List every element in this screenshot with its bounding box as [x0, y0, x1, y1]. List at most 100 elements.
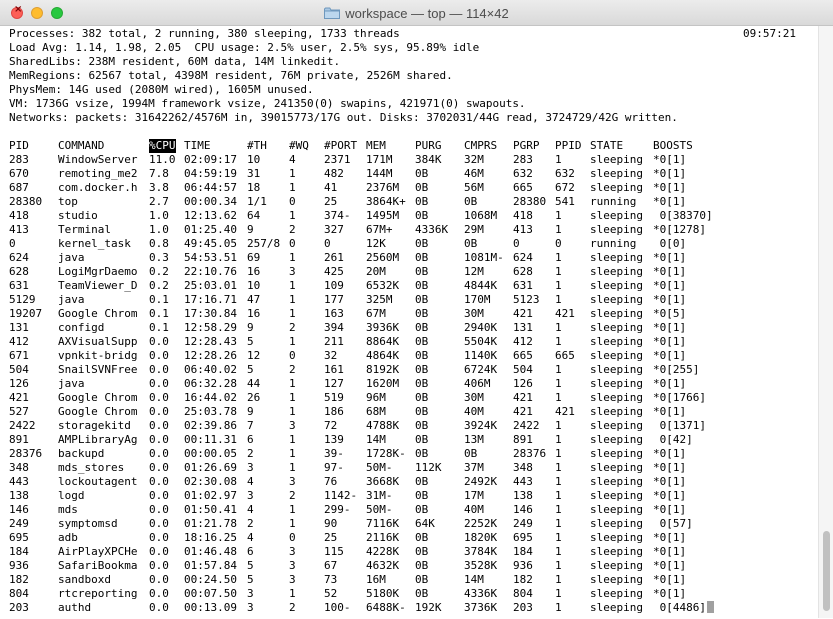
cell-boosts: 0[42]: [653, 433, 693, 446]
cell-pgrp: 348: [513, 461, 533, 474]
cell-pid: 670: [9, 167, 29, 180]
cell-ppid: 1: [555, 601, 562, 614]
cell-threads: 9: [247, 321, 254, 334]
cell-pgrp: 665: [513, 181, 533, 194]
cell-pid: 28376: [9, 447, 43, 460]
cell-workqueues: 1: [289, 251, 296, 264]
cell-time: 22:10.76: [184, 265, 237, 278]
cell-threads: 6: [247, 545, 254, 558]
cell-workqueues: 0: [289, 195, 296, 208]
table-header: PID COMMAND %CPU TIME #TH #WQ #PORT MEM PURG CMPR…: [0, 139, 818, 153]
cell-command: Terminal: [58, 223, 111, 236]
cell-purgeable: 112K: [415, 461, 442, 474]
cell-threads: 7: [247, 419, 254, 432]
cell-command: top: [58, 195, 78, 208]
cell-time: 02:30.08: [184, 475, 237, 488]
column-header-workqueues: #WQ: [289, 139, 309, 152]
cell-threads: 64: [247, 209, 261, 222]
cell-command: storagekitd: [58, 419, 131, 432]
cell-boosts: *0[1]: [653, 293, 687, 306]
cell-ports: 67: [324, 559, 338, 572]
cell-ppid: 1: [555, 545, 562, 558]
table-row: 203 authd 0.0 00:13.09 3 2 100- 6488K- 192K 3736K…: [0, 601, 818, 615]
scrollbar-thumb[interactable]: [823, 531, 830, 611]
cell-workqueues: 1: [289, 307, 296, 320]
cell-ports: 25: [324, 531, 338, 544]
cell-time: 17:30.84: [184, 307, 237, 320]
cell-command: logd: [58, 489, 85, 502]
cell-purgeable: 0B: [415, 377, 429, 390]
table-row: 695 adb 0.0 18:16.25 4 0 25 2116K 0B 1820K 695 1 sle…: [0, 531, 818, 545]
cell-compressed: 1820K: [464, 531, 498, 544]
cell-boosts: *0[1]: [653, 349, 687, 362]
cell-mem: 67M: [366, 307, 386, 320]
cell-pgrp: 891: [513, 433, 533, 446]
cell-purgeable: 0B: [415, 587, 429, 600]
cell-ports: 327: [324, 223, 344, 236]
cell-purgeable: 0B: [415, 293, 429, 306]
cell-cpu: 1.0: [149, 223, 169, 236]
cell-mem: 8864K: [366, 335, 400, 348]
cell-time: 06:32.28: [184, 377, 237, 390]
cell-boosts: 0[1371]: [653, 419, 706, 432]
cell-mem: 6488K-: [366, 601, 406, 614]
cell-threads: 10: [247, 279, 261, 292]
cell-cpu: 0.0: [149, 377, 169, 390]
cell-cpu: 0.2: [149, 279, 169, 292]
cell-ports: 90: [324, 517, 338, 530]
cell-cpu: 0.0: [149, 461, 169, 474]
cell-pid: 891: [9, 433, 29, 446]
table-row: 413 Terminal 1.0 01:25.40 9 2 327 67M+ 4336K 29M 4…: [0, 223, 818, 237]
cell-boosts: *0[1]: [653, 167, 687, 180]
cell-ports: 261: [324, 251, 344, 264]
cell-compressed: 170M: [464, 293, 491, 306]
cell-ppid: 1: [555, 223, 562, 236]
cell-pgrp: 421: [513, 391, 533, 404]
cell-ports: 97-: [324, 461, 344, 474]
table-row: 182 sandboxd 0.0 00:24.50 5 3 73 16M 0B 14M 182 1 sl…: [0, 573, 818, 587]
cell-pid: 283: [9, 153, 29, 166]
cell-ports: 186: [324, 405, 344, 418]
cell-mem: 68M: [366, 405, 386, 418]
cell-state: sleeping: [590, 545, 643, 558]
table-row: 628 LogiMgrDaemo 0.2 22:10.76 16 3 425 20M 0B 12M…: [0, 265, 818, 279]
cell-pgrp: 182: [513, 573, 533, 586]
cell-purgeable: 0B: [415, 279, 429, 292]
terminal-output[interactable]: Processes: 382 total, 2 running, 380 sle…: [0, 26, 818, 619]
cell-threads: 3: [247, 489, 254, 502]
cell-workqueues: 4: [289, 153, 296, 166]
vertical-scrollbar[interactable]: [818, 26, 833, 618]
cell-ports: 425: [324, 265, 344, 278]
cell-time: 00:24.50: [184, 573, 237, 586]
cell-purgeable: 0B: [415, 307, 429, 320]
cell-state: sleeping: [590, 517, 643, 530]
cell-time: 01:21.78: [184, 517, 237, 530]
cell-ppid: 1: [555, 209, 562, 222]
cell-pgrp: 28380: [513, 195, 547, 208]
cell-workqueues: 2: [289, 321, 296, 334]
cell-workqueues: 1: [289, 405, 296, 418]
cell-time: 49:45.05: [184, 237, 237, 250]
cell-command: TeamViewer_D: [58, 279, 138, 292]
cell-compressed: 30M: [464, 307, 484, 320]
table-row: 184 AirPlayXPCHe 0.0 01:46.48 6 3 115 4228K 0B 37…: [0, 545, 818, 559]
cell-compressed: 2252K: [464, 517, 498, 530]
cell-pid: 695: [9, 531, 29, 544]
cell-workqueues: 0: [289, 531, 296, 544]
table-row: 2422 storagekitd 0.0 02:39.86 7 3 72 4788K 0B 392…: [0, 419, 818, 433]
cell-compressed: 6724K: [464, 363, 498, 376]
cell-time: 01:25.40: [184, 223, 237, 236]
cell-compressed: 32M: [464, 153, 484, 166]
cell-time: 25:03.01: [184, 279, 237, 292]
cell-cpu: 0.0: [149, 545, 169, 558]
cell-purgeable: 0B: [415, 349, 429, 362]
cell-boosts: *0[1]: [653, 587, 687, 600]
cell-ppid: 1: [555, 293, 562, 306]
cell-threads: 9: [247, 223, 254, 236]
cell-pid: 131: [9, 321, 29, 334]
cell-ppid: 1: [555, 391, 562, 404]
cell-ppid: 1: [555, 419, 562, 432]
cell-state: sleeping: [590, 153, 643, 166]
column-header-time: TIME: [184, 139, 211, 152]
column-header-pid: PID: [9, 139, 29, 152]
